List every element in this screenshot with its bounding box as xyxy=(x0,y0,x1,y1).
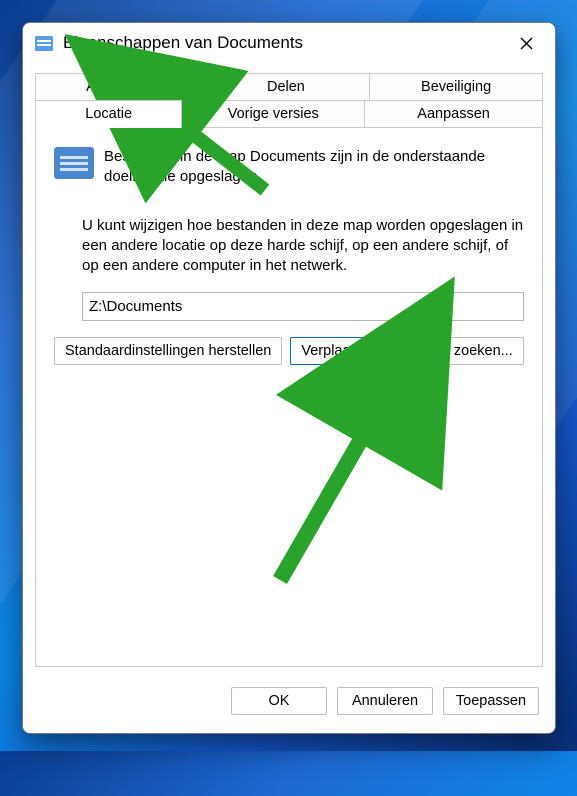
ok-button[interactable]: OK xyxy=(231,687,327,715)
tab-locatie[interactable]: Locatie xyxy=(35,100,182,128)
dialog-footer: OK Annuleren Toepassen xyxy=(23,673,555,733)
move-button[interactable]: Verplaatsen... xyxy=(290,337,401,365)
location-description-2: U kunt wijzigen hoe bestanden in deze ma… xyxy=(82,216,524,277)
tab-algemeen[interactable]: Algemeen xyxy=(35,73,203,100)
close-icon xyxy=(520,37,533,50)
close-button[interactable] xyxy=(505,27,547,59)
document-icon xyxy=(35,36,53,51)
location-description-1: Bestanden in de map Documents zijn in de… xyxy=(104,147,524,188)
tab-delen[interactable]: Delen xyxy=(203,73,371,100)
tab-aanpassen[interactable]: Aanpassen xyxy=(365,100,543,128)
folder-icon xyxy=(54,147,94,179)
tab-beveiliging[interactable]: Beveiliging xyxy=(370,73,543,100)
tab-strip: Algemeen Delen Beveiliging Locatie Vorig… xyxy=(35,73,543,128)
properties-dialog: Eigenschappen van Documents Algemeen Del… xyxy=(22,22,556,734)
tab-panel-locatie: Bestanden in de map Documents zijn in de… xyxy=(35,127,543,667)
apply-button[interactable]: Toepassen xyxy=(443,687,539,715)
find-target-button[interactable]: Doel zoeken... xyxy=(409,337,524,365)
tab-vorige-versies[interactable]: Vorige versies xyxy=(182,100,365,128)
titlebar: Eigenschappen van Documents xyxy=(23,23,555,63)
restore-defaults-button[interactable]: Standaardinstellingen herstellen xyxy=(54,337,282,365)
window-title: Eigenschappen van Documents xyxy=(63,33,505,53)
target-path-input[interactable] xyxy=(82,292,524,321)
cancel-button[interactable]: Annuleren xyxy=(337,687,433,715)
